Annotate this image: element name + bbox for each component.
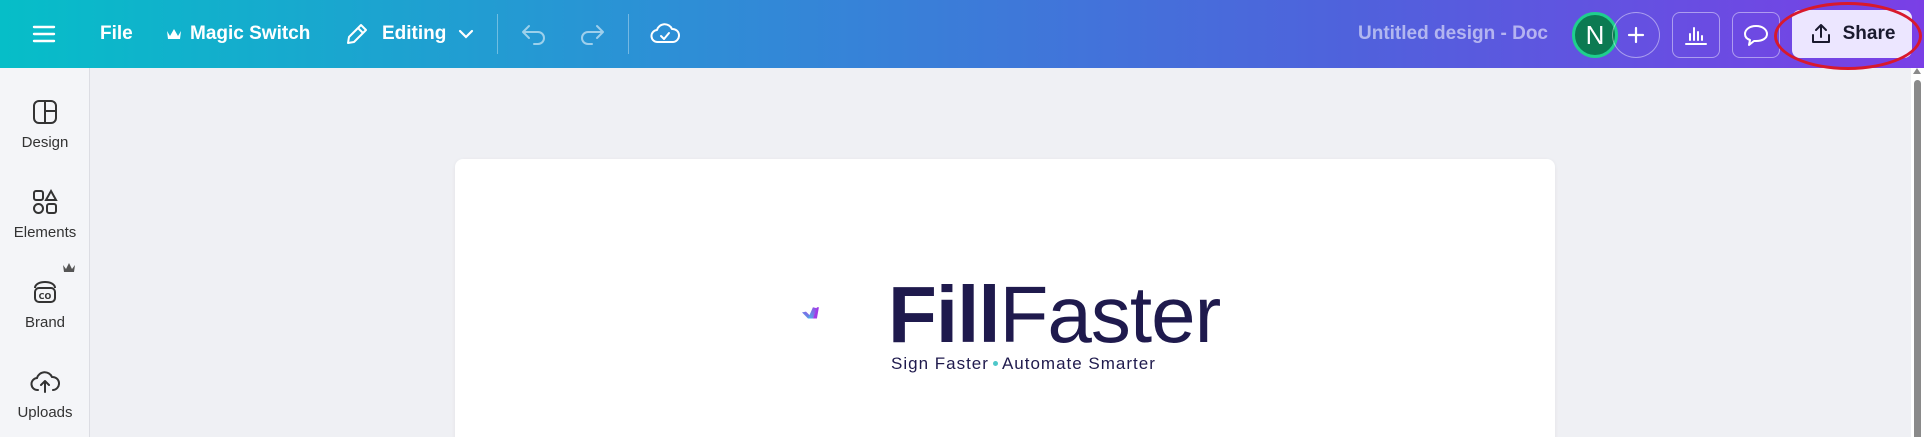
chevron-down-icon [459, 29, 474, 39]
comment-icon [1744, 25, 1768, 46]
add-collaborator-button[interactable] [1612, 12, 1660, 58]
sidebar-item-brand[interactable]: CO Brand [0, 278, 90, 331]
upload-icon [1811, 24, 1830, 43]
editing-mode-dropdown[interactable]: Editing [344, 0, 474, 68]
hamburger-icon [32, 25, 56, 43]
cloud-saved-icon [650, 23, 680, 43]
sidebar-item-label: Uploads [17, 404, 73, 421]
uploads-icon [30, 371, 60, 393]
sidebar-item-design[interactable]: Design [0, 98, 90, 151]
svg-text:CO: CO [39, 292, 52, 301]
file-label: File [100, 23, 133, 44]
share-button[interactable]: Share [1792, 10, 1912, 58]
brand-icon: CO [34, 280, 56, 303]
scroll-up-arrow-icon[interactable] [1913, 68, 1921, 74]
brand-light-text: Faster [999, 270, 1222, 359]
brand-tagline: Sign Faster Automate Smarter [891, 354, 1156, 374]
sidebar-item-elements[interactable]: Elements [0, 188, 90, 241]
magic-switch-button[interactable]: Magic Switch [166, 0, 310, 68]
undo-icon [522, 25, 545, 45]
premium-crown-icon [63, 263, 75, 272]
design-icon [33, 100, 57, 124]
share-label: Share [1842, 23, 1896, 44]
fillfaster-logo-mark [801, 307, 819, 319]
analytics-icon [1685, 27, 1707, 45]
redo-button[interactable] [578, 0, 606, 68]
tagline-part-2: Automate Smarter [1001, 354, 1156, 373]
editing-label: Editing [382, 23, 447, 44]
tagline-part-1: Sign Faster [891, 354, 989, 373]
document-title[interactable]: Untitled design - Doc [1358, 0, 1548, 68]
toolbar-divider [628, 14, 629, 54]
vertical-scrollbar[interactable] [1911, 68, 1924, 437]
tagline-separator-dot [992, 361, 998, 367]
undo-button[interactable] [520, 0, 548, 68]
sidebar-item-uploads[interactable]: Uploads [0, 368, 90, 421]
crown-icon [167, 29, 181, 39]
magic-switch-label: Magic Switch [190, 23, 311, 44]
pencil-icon [347, 24, 367, 44]
top-toolbar: File Magic Switch Editing Untitled desig… [0, 0, 1924, 70]
redo-icon [581, 25, 604, 45]
sidebar-item-label: Elements [13, 224, 77, 241]
insights-button[interactable] [1672, 12, 1720, 58]
scrollbar-thumb[interactable] [1914, 80, 1921, 437]
comments-button[interactable] [1732, 12, 1780, 58]
main-menu-button[interactable] [32, 0, 56, 68]
file-menu-button[interactable]: File [100, 0, 133, 68]
add-icon [1627, 26, 1645, 44]
sidebar-item-label: Design [21, 134, 69, 151]
toolbar-divider [497, 14, 498, 54]
brand-bold-text: Fill [888, 270, 1001, 359]
save-status-button[interactable] [650, 0, 680, 68]
brand-wordmark: FillFaster [888, 270, 1222, 360]
elements-icon [33, 188, 58, 214]
sidebar-item-label: Brand [24, 314, 66, 331]
